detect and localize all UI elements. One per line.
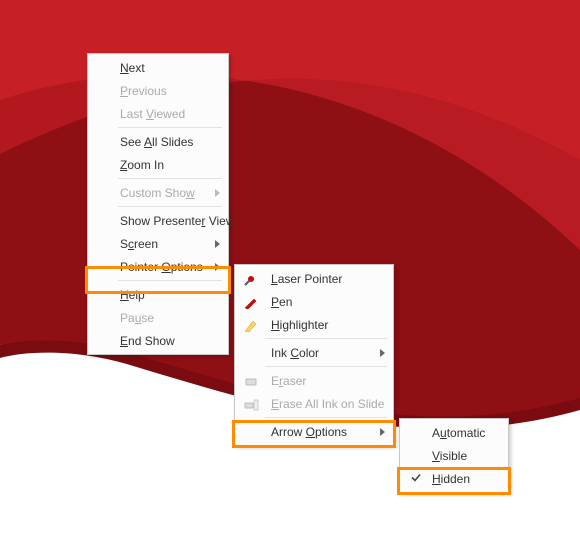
submenu-pointer-options: Laser Pointer Pen Highlighter Ink Color … bbox=[234, 264, 394, 446]
eraser-icon bbox=[243, 373, 259, 389]
menu-item-last-viewed: Last Viewed bbox=[90, 102, 226, 125]
menu-item-custom-show: Custom Show bbox=[90, 181, 226, 204]
menu-item-help[interactable]: Help bbox=[90, 283, 226, 306]
menu-item-see-all-slides[interactable]: See All Slides bbox=[90, 130, 226, 153]
menu-separator bbox=[118, 280, 222, 281]
menu-separator bbox=[118, 178, 222, 179]
highlighter-icon bbox=[243, 317, 259, 333]
menu-separator bbox=[118, 206, 222, 207]
menu-item-zoom-in[interactable]: Zoom In bbox=[90, 153, 226, 176]
submenu-arrow-icon bbox=[380, 428, 385, 436]
submenu-arrow-options: Automatic Visible Hidden bbox=[399, 418, 509, 493]
menu-item-previous: Previous bbox=[90, 79, 226, 102]
checkmark-icon bbox=[410, 471, 422, 486]
menu-item-next[interactable]: Next bbox=[90, 56, 226, 79]
menu-item-screen[interactable]: Screen bbox=[90, 232, 226, 255]
menu-item-pause: Pause bbox=[90, 306, 226, 329]
menu-item-erase-all: Erase All Ink on Slide bbox=[237, 392, 391, 415]
laser-pointer-icon bbox=[243, 271, 259, 287]
submenu-arrow-icon bbox=[215, 263, 220, 271]
menu-item-ink-color[interactable]: Ink Color bbox=[237, 341, 391, 364]
erase-all-icon bbox=[243, 396, 259, 412]
menu-item-pen[interactable]: Pen bbox=[237, 290, 391, 313]
menu-item-pointer-options[interactable]: Pointer Options bbox=[90, 255, 226, 278]
menu-item-automatic[interactable]: Automatic bbox=[402, 421, 506, 444]
menu-separator bbox=[118, 127, 222, 128]
menu-separator bbox=[265, 338, 387, 339]
menu-item-arrow-options[interactable]: Arrow Options bbox=[237, 420, 391, 443]
menu-item-eraser: Eraser bbox=[237, 369, 391, 392]
context-menu-main: Next Previous Last Viewed See All Slides… bbox=[87, 53, 229, 355]
menu-separator bbox=[265, 366, 387, 367]
pen-icon bbox=[243, 294, 259, 310]
menu-item-visible[interactable]: Visible bbox=[402, 444, 506, 467]
submenu-arrow-icon bbox=[380, 349, 385, 357]
submenu-arrow-icon bbox=[215, 240, 220, 248]
submenu-arrow-icon bbox=[215, 189, 220, 197]
menu-item-highlighter[interactable]: Highlighter bbox=[237, 313, 391, 336]
menu-item-hidden[interactable]: Hidden bbox=[402, 467, 506, 490]
menu-separator bbox=[265, 417, 387, 418]
menu-item-laser-pointer[interactable]: Laser Pointer bbox=[237, 267, 391, 290]
menu-item-end-show[interactable]: End Show bbox=[90, 329, 226, 352]
menu-item-show-presenter-view[interactable]: Show Presenter View bbox=[90, 209, 226, 232]
